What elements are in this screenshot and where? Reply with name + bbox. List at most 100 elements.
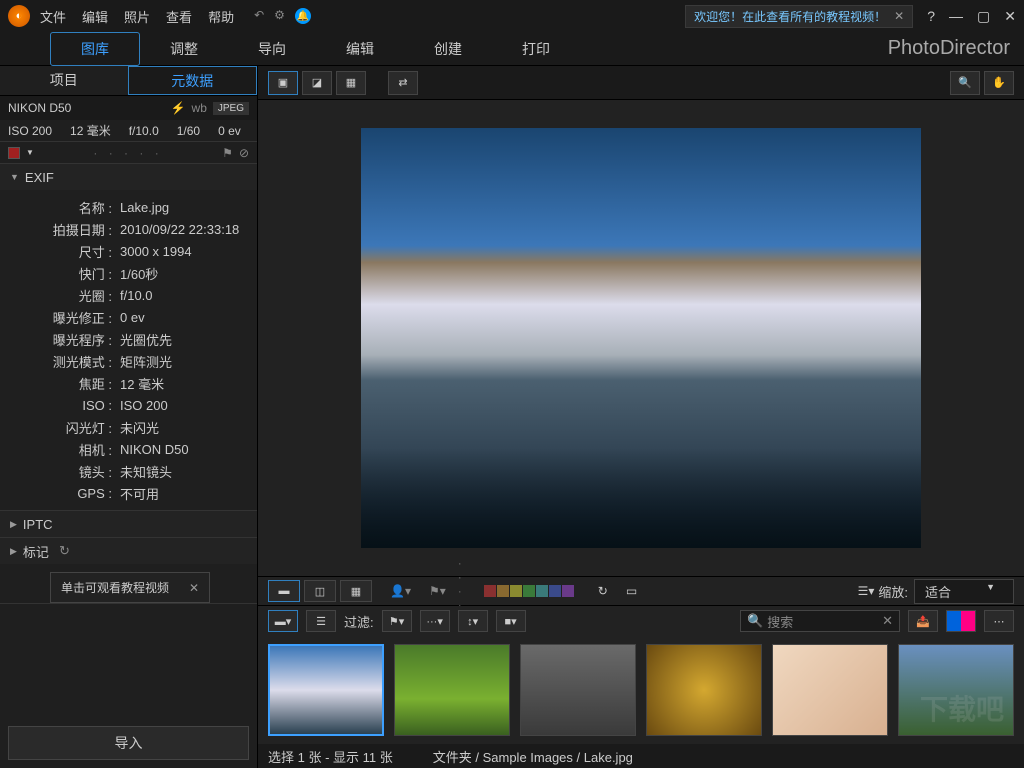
close-banner-icon[interactable]: ✕: [894, 9, 904, 23]
exif-row: 拍摄日期 :2010/09/22 22:33:18: [10, 218, 247, 240]
rating-dots[interactable]: · · · · ·: [40, 146, 216, 160]
exif-value: 1/60秒: [120, 264, 158, 283]
menu-help[interactable]: 帮助: [208, 7, 234, 26]
lefttab-project[interactable]: 项目: [0, 66, 128, 95]
filter-color-button[interactable]: ■▾: [496, 610, 526, 632]
person-icon[interactable]: 👤▾: [390, 584, 411, 598]
view-single-button[interactable]: ▣: [268, 71, 298, 95]
welcome-text: 欢迎您！在此查看所有的教程视频！: [694, 8, 886, 25]
filter-flag-button[interactable]: ⚑▾: [382, 610, 412, 632]
chevron-right-icon: ▶: [10, 519, 17, 530]
undo-icon[interactable]: ↶: [254, 8, 264, 24]
gear-icon[interactable]: ⚙: [274, 8, 285, 24]
zoom-select[interactable]: 适合 ▼: [914, 579, 1014, 604]
more-button[interactable]: ⋯: [984, 610, 1014, 632]
image-viewer[interactable]: [258, 100, 1024, 576]
help-icon[interactable]: ?: [927, 8, 935, 25]
view-compare-button[interactable]: ◪: [302, 71, 332, 95]
exif-key: 镜头 :: [10, 462, 120, 481]
palette-swatch[interactable]: [497, 585, 509, 597]
palette-swatch[interactable]: [510, 585, 522, 597]
tutorial-tooltip[interactable]: 单击可观看教程视频 ✕: [50, 572, 210, 603]
thumbnail[interactable]: [772, 644, 888, 736]
maximize-icon[interactable]: ▢: [977, 8, 990, 25]
layout-2-button[interactable]: ◫: [304, 580, 336, 602]
exif-key: 拍摄日期 :: [10, 220, 120, 239]
exif-row: 测光模式 :矩阵测光: [10, 350, 247, 372]
thumbnail[interactable]: [268, 644, 384, 736]
swatch-dropdown-icon[interactable]: ▼: [26, 148, 34, 157]
brand-label: PhotoDirector: [888, 37, 1010, 60]
menu-photo[interactable]: 照片: [124, 7, 150, 26]
thumbnail[interactable]: [646, 644, 762, 736]
section-exif-header[interactable]: ▼ EXIF: [0, 164, 257, 190]
filter-sort-button[interactable]: ↕▾: [458, 610, 488, 632]
exif-row: ISO :ISO 200: [10, 394, 247, 416]
palette-swatch[interactable]: [536, 585, 548, 597]
thumbview-1-button[interactable]: ▬▾: [268, 610, 298, 632]
export-button[interactable]: 📤: [908, 610, 938, 632]
minimize-icon[interactable]: —: [949, 8, 963, 25]
palette-swatch[interactable]: [562, 585, 574, 597]
rotate-icon[interactable]: ↻: [598, 584, 608, 598]
section-iptc-label: IPTC: [23, 517, 53, 532]
notification-icon[interactable]: 🔔: [295, 8, 311, 24]
tooltip-text: 单击可观看教程视频: [61, 579, 169, 596]
zoom-tool-button[interactable]: 🔍: [950, 71, 980, 95]
exif-value: ISO 200: [120, 398, 168, 413]
palette-swatch[interactable]: [484, 585, 496, 597]
section-tags-label: 标记: [23, 542, 49, 561]
section-tags-header[interactable]: ▶ 标记 ↻: [0, 538, 257, 564]
thumbview-2-button[interactable]: ☰: [306, 610, 336, 632]
exif-key: 名称 :: [10, 198, 120, 217]
menu-edit[interactable]: 编辑: [82, 7, 108, 26]
exif-row: 相机 :NIKON D50: [10, 438, 247, 460]
chevron-right-icon: ▶: [10, 546, 17, 557]
close-tooltip-icon[interactable]: ✕: [189, 581, 199, 595]
tab-print[interactable]: 打印: [492, 33, 580, 65]
app-logo: ◐: [8, 5, 30, 27]
exif-row: 名称 :Lake.jpg: [10, 196, 247, 218]
pan-tool-button[interactable]: ✋: [984, 71, 1014, 95]
reject-icon[interactable]: ⊘: [239, 146, 249, 160]
flag-icon[interactable]: ⚑: [222, 146, 233, 160]
sort-icon[interactable]: ☰▾: [858, 584, 875, 598]
import-button[interactable]: 导入: [8, 726, 249, 760]
view-mirror-button[interactable]: ⇄: [388, 71, 418, 95]
search-placeholder: 搜索: [767, 612, 882, 631]
tab-library[interactable]: 图库: [50, 32, 140, 66]
tab-create[interactable]: 创建: [404, 33, 492, 65]
tags-help-icon[interactable]: ↻: [59, 543, 70, 559]
thumbnail-strip[interactable]: [258, 636, 1024, 744]
layout-3-button[interactable]: ▦: [340, 580, 372, 602]
wb-icon: wb: [192, 101, 207, 115]
thumbnail[interactable]: [394, 644, 510, 736]
exif-value: Lake.jpg: [120, 200, 169, 215]
clear-search-icon[interactable]: ✕: [882, 613, 893, 629]
flag-filter-icon[interactable]: ⚑▾: [429, 584, 446, 598]
tab-guide[interactable]: 导向: [228, 33, 316, 65]
welcome-banner[interactable]: 欢迎您！在此查看所有的教程视频！ ✕: [685, 5, 913, 28]
color-swatch[interactable]: [8, 147, 20, 159]
section-iptc-header[interactable]: ▶ IPTC: [0, 511, 257, 537]
lefttab-metadata[interactable]: 元数据: [128, 66, 258, 95]
layout-1-button[interactable]: ▬: [268, 580, 300, 602]
close-window-icon[interactable]: ✕: [1004, 8, 1016, 25]
crop-icon[interactable]: ▭: [626, 584, 637, 598]
search-input[interactable]: 🔍 搜索 ✕: [740, 610, 900, 632]
palette-swatch[interactable]: [523, 585, 535, 597]
tab-edit[interactable]: 编辑: [316, 33, 404, 65]
thumbnail[interactable]: [898, 644, 1014, 736]
filter-star-button[interactable]: ···▾: [420, 610, 450, 632]
exif-row: 曝光修正 :0 ev: [10, 306, 247, 328]
palette-swatch[interactable]: [549, 585, 561, 597]
share-flickr-button[interactable]: [946, 610, 976, 632]
info-aperture: f/10.0: [129, 124, 159, 138]
color-palette[interactable]: [484, 585, 574, 597]
menu-view[interactable]: 查看: [166, 7, 192, 26]
thumbnail[interactable]: [520, 644, 636, 736]
menu-file[interactable]: 文件: [40, 7, 66, 26]
selection-status: 选择 1 张 - 显示 11 张: [268, 747, 393, 766]
view-grid-button[interactable]: ▦: [336, 71, 366, 95]
tab-adjust[interactable]: 调整: [140, 33, 228, 65]
